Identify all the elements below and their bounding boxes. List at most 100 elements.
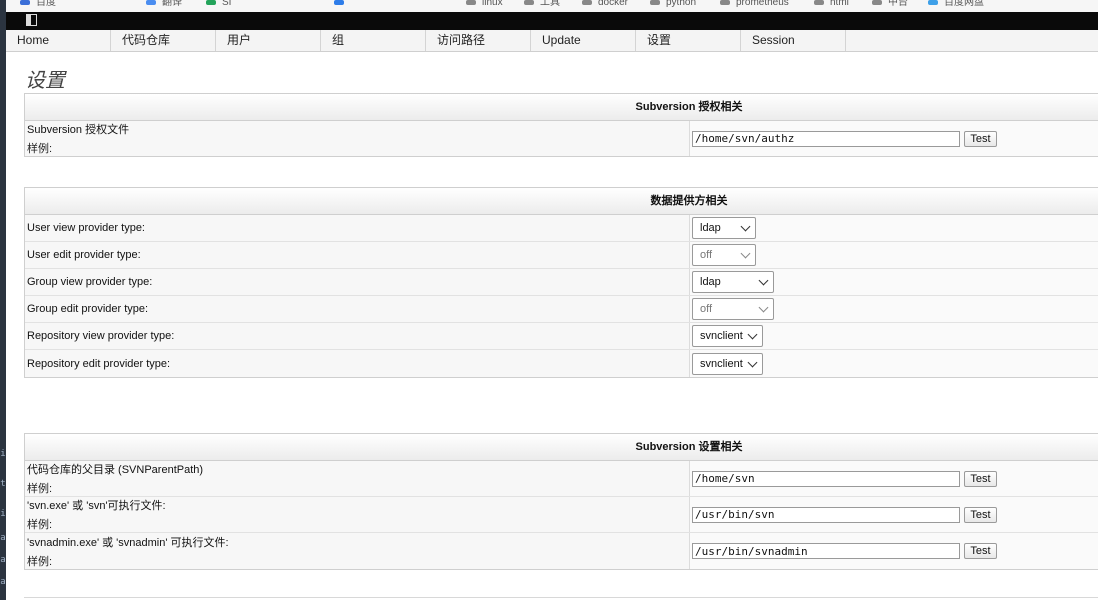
select-value: off [700,303,713,315]
folder-icon [720,0,730,5]
setting-label: 代码仓库的父目录 (SVNParentPath) [27,464,204,476]
nav-session[interactable]: Session [741,30,846,51]
select-value: svnclient [700,330,743,342]
settings-row: 'svnadmin.exe' 或 'svnadmin' 可执行文件: 样例: T… [25,533,1098,569]
folder-icon [650,0,660,5]
bookmark-item[interactable]: 百度网盘 [928,0,984,12]
bookmark-item[interactable]: 翻译 [146,0,182,12]
sidebar-toggle-icon[interactable] [26,14,37,26]
setting-label: 'svn.exe' 或 'svn'可执行文件: [27,500,166,512]
bookmarks-bar: 百度 翻译 SI linux 工具 docker python promethe… [6,0,1098,12]
svn-parent-path-test-button[interactable]: Test [964,470,997,487]
authz-panel-header: Subversion 授权相关 [25,94,1098,121]
translate-icon [334,0,344,5]
example-label: 样例: [27,519,53,531]
main-nav: Home 代码仓库 用户 组 访问路径 Update 设置 Session [6,30,1098,52]
setting-label: Repository view provider type: [25,323,690,349]
setting-value-cell: Test [690,497,1098,532]
nav-repositories[interactable]: 代码仓库 [111,30,216,51]
setting-value-cell: Test [690,121,1098,156]
select-value: ldap [700,276,721,288]
strip-glyph: t [0,479,6,489]
repository-edit-provider-select[interactable]: svnclient [692,352,763,375]
nav-settings[interactable]: 设置 [636,30,741,51]
chevron-down-icon [740,248,751,259]
svn-settings-panel: Subversion 设置相关 代码仓库的父目录 (SVNParentPath)… [24,433,1098,570]
folder-icon [872,0,882,5]
browser-toolbar [6,12,1098,30]
setting-value-cell: ldap [690,215,1098,241]
chevron-down-icon [758,302,769,313]
setting-label: 'svnadmin.exe' 或 'svnadmin' 可执行文件: [27,536,229,549]
nav-users[interactable]: 用户 [216,30,321,51]
translate-icon [146,0,156,5]
folder-icon [582,0,592,5]
svnadmin-executable-input[interactable] [692,543,960,559]
group-edit-provider-select[interactable]: off [692,298,774,320]
repository-view-provider-select[interactable]: svnclient [692,325,763,347]
setting-value-cell: svnclient [690,350,1098,377]
user-edit-provider-select[interactable]: off [692,244,756,266]
bookmark-item[interactable] [334,0,350,12]
chevron-down-icon [747,357,758,367]
settings-row: Group edit provider type: off [25,296,1098,323]
chevron-down-icon [758,275,769,286]
folder-icon [466,0,476,5]
svn-parent-path-input[interactable] [692,470,960,487]
bookmark-item[interactable]: 百度 [20,0,56,12]
user-view-provider-select[interactable]: ldap [692,217,756,239]
setting-value-cell: ldap [690,269,1098,295]
settings-row: 'svn.exe' 或 'svn'可执行文件: 样例: Test [25,497,1098,533]
baidu-pan-icon [928,0,938,5]
bookmark-item[interactable]: 工具 [524,0,560,12]
nav-update[interactable]: Update [531,30,636,51]
svnadmin-executable-test-button[interactable]: Test [964,543,997,559]
group-view-provider-select[interactable]: ldap [692,271,774,293]
setting-value-cell: off [690,296,1098,322]
bookmark-item[interactable]: SI [206,0,231,12]
svn-executable-test-button[interactable]: Test [964,506,997,523]
svn-executable-input[interactable] [692,506,960,523]
background-editor-strip: i t i a a a [0,0,6,600]
authz-test-button[interactable]: Test [964,130,997,147]
bookmark-item[interactable]: python [650,0,696,12]
page-title: 设置 [25,68,65,92]
setting-label: User edit provider type: [25,242,690,268]
example-label: 样例: [27,143,53,155]
authz-file-input[interactable] [692,130,960,147]
nav-home[interactable]: Home [6,30,111,51]
bookmark-item[interactable]: docker [582,0,628,12]
chevron-down-icon [747,329,758,340]
settings-row: Repository edit provider type: svnclient [25,350,1098,377]
folder-icon [524,0,534,5]
providers-panel-header: 数据提供方相关 [25,188,1098,215]
example-label: 样例: [27,483,53,495]
setting-value-cell: off [690,242,1098,268]
settings-row: User edit provider type: off [25,242,1098,269]
folder-icon [814,0,824,5]
authz-panel: Subversion 授权相关 Subversion 授权文件 样例: Test [24,93,1098,157]
select-value: off [700,249,713,261]
bookmark-item[interactable]: prometheus [720,0,789,12]
settings-row: Repository view provider type: svnclient [25,323,1098,350]
bookmark-item[interactable]: linux [466,0,503,12]
setting-label-cell: 'svnadmin.exe' 或 'svnadmin' 可执行文件: 样例: [25,533,690,569]
setting-value-cell: svnclient [690,323,1098,349]
setting-label: Group view provider type: [25,269,690,295]
setting-label: User view provider type: [25,215,690,241]
strip-glyph: a [0,555,6,565]
strip-glyph: i [0,449,6,459]
bookmark-item[interactable]: html [814,0,849,12]
setting-value-cell: Test [690,533,1098,569]
settings-row: Group view provider type: ldap [25,269,1098,296]
setting-value-cell: Test [690,461,1098,496]
setting-label-cell: Subversion 授权文件 样例: [25,121,690,156]
setting-label-cell: 'svn.exe' 或 'svn'可执行文件: 样例: [25,497,690,532]
setting-label: Group edit provider type: [25,296,690,322]
bookmark-item[interactable]: 中台 [872,0,908,12]
nav-access-paths[interactable]: 访问路径 [426,30,531,51]
setting-label: Repository edit provider type: [25,350,690,377]
strip-glyph: a [0,533,6,543]
setting-label: Subversion 授权文件 [27,124,130,136]
nav-groups[interactable]: 组 [321,30,426,51]
